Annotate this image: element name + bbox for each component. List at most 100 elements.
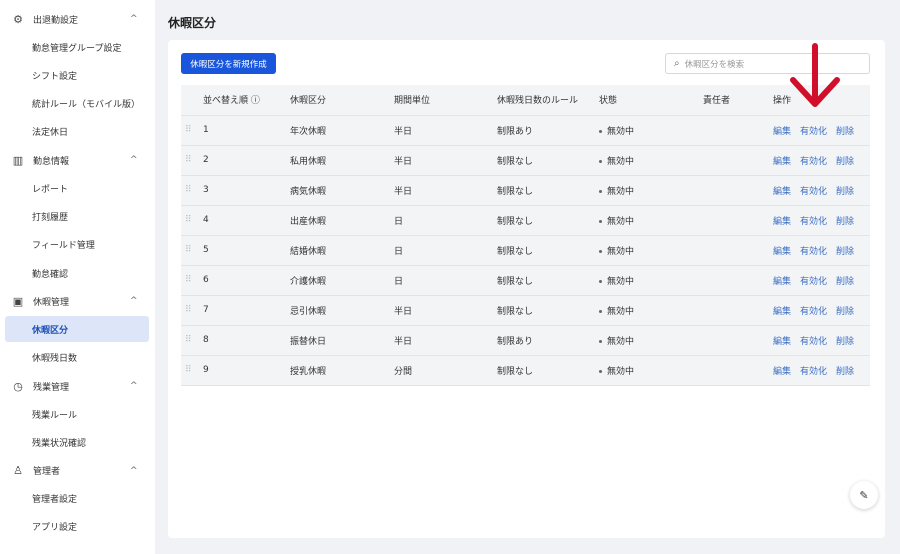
sidebar-group-3[interactable]: ◷ 残業管理 ^ — [0, 374, 155, 398]
sidebar-group-2[interactable]: ▣ 休暇管理 ^ — [0, 289, 155, 313]
edit-link[interactable]: 編集 — [773, 277, 791, 287]
search-icon: ⌕ — [674, 58, 680, 69]
sidebar-item[interactable]: 法定休日 — [5, 119, 149, 145]
delete-link[interactable]: 削除 — [836, 187, 854, 197]
enable-link[interactable]: 有効化 — [800, 337, 827, 347]
cell-order: 9 — [203, 355, 290, 386]
delete-link[interactable]: 削除 — [836, 127, 854, 137]
cell-actions: 編集 有効化 削除 — [773, 295, 870, 326]
cell-rule: 制限なし — [497, 145, 599, 176]
edit-link[interactable]: 編集 — [773, 157, 791, 167]
delete-link[interactable]: 削除 — [836, 367, 854, 377]
chevron-up-icon: ^ — [130, 155, 138, 166]
cell-leave-type: 年次休暇 — [290, 115, 394, 146]
clock-icon: ◷ — [13, 379, 23, 393]
header-rule: 休暇残日数のルール — [497, 85, 599, 116]
sidebar-item[interactable]: シフト設定 — [5, 62, 149, 88]
drag-handle-icon[interactable]: ⠿ — [181, 235, 203, 266]
drag-handle-icon[interactable]: ⠿ — [181, 115, 203, 146]
cell-unit: 日 — [394, 205, 497, 236]
drag-handle-icon[interactable]: ⠿ — [181, 175, 203, 206]
cell-order: 6 — [203, 265, 290, 296]
edit-link[interactable]: 編集 — [773, 187, 791, 197]
header-unit: 期間単位 — [394, 85, 497, 116]
table-row: ⠿ 3 病気休暇 半日 制限なし 無効中 編集 有効化 削除 — [181, 175, 870, 206]
cell-unit: 分間 — [394, 355, 497, 386]
table-row: ⠿ 1 年次休暇 半日 制限あり 無効中 編集 有効化 削除 — [181, 115, 870, 146]
enable-link[interactable]: 有効化 — [800, 307, 827, 317]
sidebar-group-1[interactable]: ▥ 勤怠情報 ^ — [0, 148, 155, 172]
cell-owner — [703, 145, 773, 176]
cell-status: 無効中 — [599, 175, 703, 206]
cell-owner — [703, 265, 773, 296]
cell-actions: 編集 有効化 削除 — [773, 235, 870, 266]
chevron-up-icon: ^ — [130, 14, 138, 24]
drag-handle-icon[interactable]: ⠿ — [181, 295, 203, 326]
cell-order: 2 — [203, 145, 290, 176]
edit-link[interactable]: 編集 — [773, 217, 791, 227]
edit-link[interactable]: 編集 — [773, 367, 791, 377]
drag-handle-icon[interactable]: ⠿ — [181, 265, 203, 296]
cell-actions: 編集 有効化 削除 — [773, 355, 870, 386]
enable-link[interactable]: 有効化 — [800, 247, 827, 257]
table-row: ⠿ 4 出産休暇日制限なし 無効中 編集 有効化 削除 — [181, 205, 870, 236]
cell-owner — [703, 205, 773, 236]
cell-actions: 編集 有効化 削除 — [773, 115, 870, 146]
cell-order: 3 — [203, 175, 290, 206]
sidebar-item[interactable]: 打刻履歴 — [5, 204, 149, 230]
cell-actions: 編集 有効化 削除 — [773, 175, 870, 206]
delete-link[interactable]: 削除 — [836, 247, 854, 257]
create-leave-type-button[interactable]: 休暇区分を新規作成 — [181, 53, 276, 74]
delete-link[interactable]: 削除 — [836, 217, 854, 227]
cell-unit: 半日 — [394, 295, 497, 326]
sidebar-item[interactable]: 残業ルール — [5, 401, 149, 427]
red-arrow-annotation-icon — [790, 43, 840, 107]
cell-leave-type: 病気休暇 — [290, 175, 394, 206]
sidebar-item[interactable]: 勤怠管理グループ設定 — [5, 34, 149, 60]
sidebar-item[interactable]: レポート — [5, 175, 149, 201]
sidebar-item[interactable]: 休暇区分 — [5, 316, 149, 343]
drag-handle-icon[interactable]: ⠿ — [181, 355, 203, 386]
cell-unit: 半日 — [394, 145, 497, 176]
user-icon: ♙ — [13, 464, 23, 478]
edit-link[interactable]: 編集 — [773, 337, 791, 347]
enable-link[interactable]: 有効化 — [800, 367, 827, 377]
edit-link[interactable]: 編集 — [773, 247, 791, 257]
chevron-up-icon: ^ — [130, 296, 138, 307]
status-dot-icon — [599, 279, 602, 283]
enable-link[interactable]: 有効化 — [800, 277, 827, 287]
delete-link[interactable]: 削除 — [836, 337, 854, 347]
enable-link[interactable]: 有効化 — [800, 187, 827, 197]
sidebar-group-4[interactable]: ♙ 管理者 ^ — [0, 459, 155, 483]
header-order: 並べ替え順 ⓘ — [203, 85, 290, 116]
help-fab-icon[interactable]: ✎ — [850, 481, 878, 509]
enable-link[interactable]: 有効化 — [800, 217, 827, 227]
drag-handle-icon[interactable]: ⠿ — [181, 145, 203, 176]
delete-link[interactable]: 削除 — [836, 277, 854, 287]
sidebar-item[interactable]: 勤怠確認 — [5, 260, 149, 286]
delete-link[interactable]: 削除 — [836, 307, 854, 317]
status-dot-icon — [599, 189, 602, 193]
sidebar-item[interactable]: 休暇残日数 — [5, 345, 149, 371]
delete-link[interactable]: 削除 — [836, 157, 854, 167]
sidebar-item[interactable]: 残業状況確認 — [5, 429, 149, 455]
cell-unit: 半日 — [394, 175, 497, 206]
cell-order: 5 — [203, 235, 290, 266]
cell-owner — [703, 235, 773, 266]
cell-leave-type: 結婚休暇 — [290, 235, 394, 266]
cell-owner — [703, 175, 773, 206]
edit-link[interactable]: 編集 — [773, 307, 791, 317]
sidebar-item[interactable]: 統計ルール（モバイル版） — [5, 91, 149, 117]
enable-link[interactable]: 有効化 — [800, 127, 827, 137]
drag-handle-icon[interactable]: ⠿ — [181, 325, 203, 356]
sidebar-item[interactable]: 管理者設定 — [5, 486, 149, 512]
enable-link[interactable]: 有効化 — [800, 157, 827, 167]
status-dot-icon — [599, 159, 602, 163]
drag-handle-icon[interactable]: ⠿ — [181, 205, 203, 236]
sidebar-item[interactable]: フィールド管理 — [5, 232, 149, 258]
sidebar-group-0[interactable]: ⚙ 出退勤設定 ^ — [0, 7, 155, 31]
sidebar-item[interactable]: アプリ設定 — [5, 514, 149, 540]
edit-link[interactable]: 編集 — [773, 127, 791, 137]
cell-owner — [703, 325, 773, 356]
gear-icon: ⚙ — [13, 12, 23, 26]
